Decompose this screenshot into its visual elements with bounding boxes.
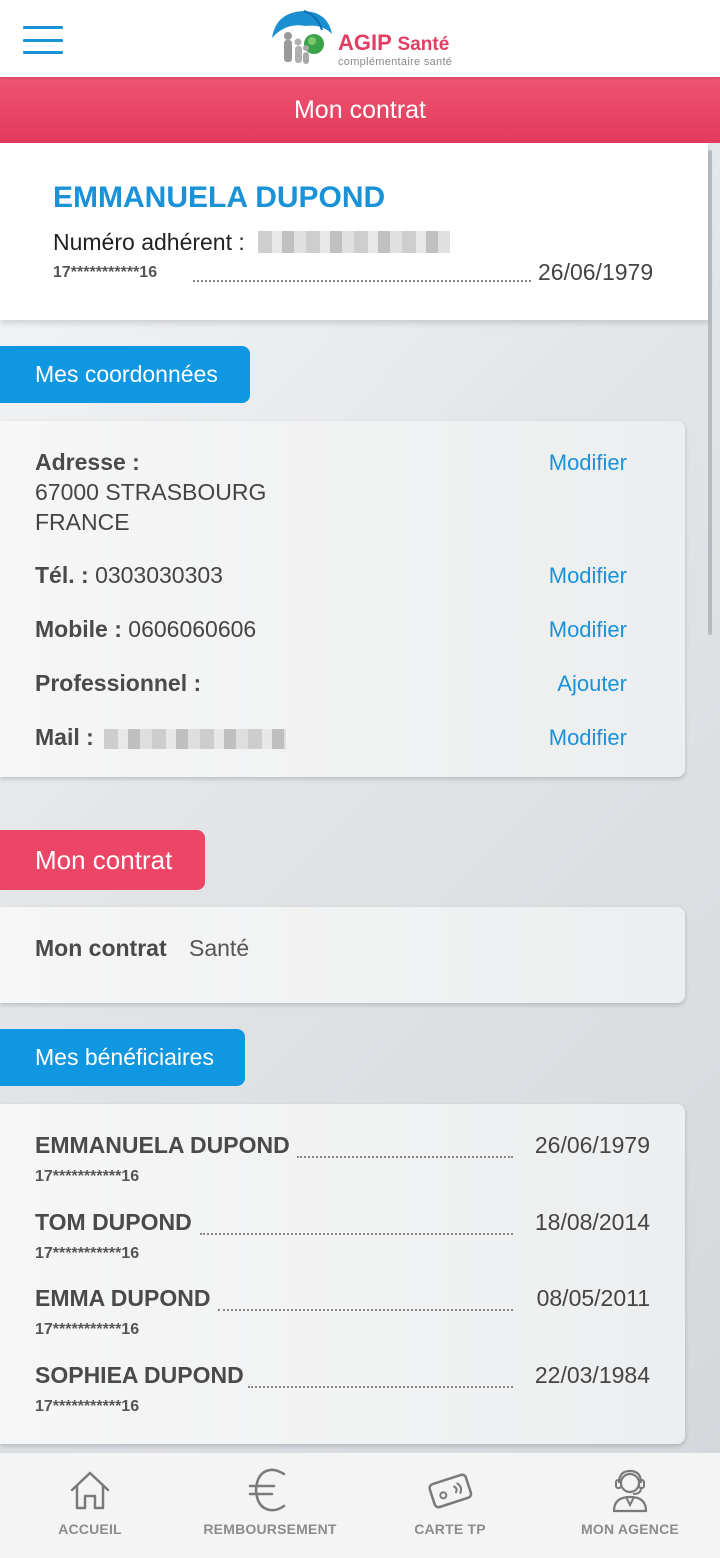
agent-icon	[606, 1465, 654, 1515]
modify-mobile-link[interactable]: Modifier	[549, 617, 627, 643]
beneficiary-date: 26/06/1979	[534, 1132, 650, 1158]
card-icon	[426, 1465, 474, 1515]
phone-label: Tél. :	[35, 562, 89, 588]
nav-item-remboursement[interactable]: REMBOURSEMENT	[180, 1453, 360, 1558]
professional-row: Professionnel :	[35, 670, 201, 697]
menu-icon[interactable]	[23, 26, 63, 54]
beneficiary-date: 18/08/2014	[534, 1209, 650, 1235]
logo-name-suffix: Santé	[397, 34, 450, 55]
logo-tagline: complémentaire santé	[338, 56, 453, 68]
agip-sante-logo[interactable]: AGIP Santé complémentaire santé	[266, 8, 466, 70]
coordonnees-card: Adresse : 67000 STRASBOURG FRANCE Modifi…	[0, 421, 685, 777]
address-label: Adresse :	[35, 449, 140, 475]
dotted-leader	[297, 1156, 513, 1158]
nav-item-mon-agence[interactable]: MON AGENCE	[540, 1453, 720, 1558]
beneficiary-ssn: 17***********16	[35, 1168, 140, 1185]
contrat-card: Mon contrat Santé	[0, 907, 685, 1003]
logo-umbrella-icon	[272, 10, 332, 64]
beneficiary-name: SOPHIEA DUPOND	[35, 1362, 244, 1388]
nav-label-mon-agence: MON AGENCE	[581, 1521, 679, 1537]
address-row: Adresse :	[35, 449, 140, 476]
page-title: Mon contrat	[0, 77, 720, 143]
scrollbar[interactable]	[708, 150, 712, 635]
modify-mail-link[interactable]: Modifier	[549, 725, 627, 751]
profile-name: EMMANUELA DUPOND	[53, 181, 386, 214]
beneficiary-item: TOM DUPOND 18/08/2014 17***********16	[35, 1209, 650, 1279]
beneficiary-item: EMMA DUPOND 08/05/2011 17***********16	[35, 1285, 650, 1355]
bottom-navigation: ACCUEIL REMBOURSEMENT CARTE TP MON AGENC…	[0, 1452, 720, 1558]
add-professional-link[interactable]: Ajouter	[557, 671, 627, 697]
mobile-label: Mobile :	[35, 616, 122, 642]
beneficiary-date: 22/03/1984	[534, 1362, 650, 1388]
mobile-row: Mobile : 0606060606	[35, 616, 256, 643]
dotted-leader	[248, 1386, 513, 1388]
beneficiary-name: EMMA DUPOND	[35, 1285, 211, 1311]
contrat-label: Mon contrat	[35, 935, 167, 961]
nav-item-carte-tp[interactable]: CARTE TP	[360, 1453, 540, 1558]
beneficiary-date: 08/05/2011	[536, 1285, 650, 1311]
nav-label-remboursement: REMBOURSEMENT	[203, 1521, 337, 1537]
section-tab-contrat: Mon contrat	[0, 830, 205, 890]
euro-icon	[246, 1465, 294, 1515]
adherent-number-label: Numéro adhérent :	[53, 229, 245, 255]
nav-label-accueil: ACCUEIL	[58, 1521, 122, 1537]
phone-value: 0303030303	[95, 562, 223, 588]
mail-row: Mail :	[35, 724, 287, 751]
dotted-leader	[193, 280, 531, 282]
logo-name: AGIP	[338, 30, 392, 55]
beneficiary-ssn: 17***********16	[35, 1321, 140, 1338]
profile-ssn: 17***********16	[53, 264, 158, 281]
beneficiary-item: SOPHIEA DUPOND 22/03/1984 17***********1…	[35, 1362, 650, 1432]
profile-birthdate: 26/06/1979	[538, 259, 654, 285]
address-line-2: FRANCE	[35, 509, 130, 535]
adherent-number-redacted	[258, 231, 450, 253]
mobile-value: 0606060606	[128, 616, 257, 642]
dotted-leader	[200, 1233, 513, 1235]
beneficiaires-card: EMMANUELA DUPOND 26/06/1979 17**********…	[0, 1104, 685, 1444]
dotted-leader	[218, 1309, 513, 1311]
nav-label-carte-tp: CARTE TP	[414, 1521, 486, 1537]
beneficiary-name: TOM DUPOND	[35, 1209, 192, 1235]
mail-value-redacted	[104, 728, 287, 749]
modify-address-link[interactable]: Modifier	[549, 450, 627, 476]
section-tab-beneficiaires: Mes bénéficiaires	[0, 1029, 245, 1086]
beneficiary-ssn: 17***********16	[35, 1398, 140, 1415]
top-app-bar: AGIP Santé complémentaire santé	[0, 0, 720, 77]
address-line-1: 67000 STRASBOURG	[35, 479, 267, 505]
nav-item-accueil[interactable]: ACCUEIL	[0, 1453, 180, 1558]
modify-phone-link[interactable]: Modifier	[549, 563, 627, 589]
beneficiary-ssn: 17***********16	[35, 1245, 140, 1262]
phone-row: Tél. : 0303030303	[35, 562, 223, 589]
contrat-value: Santé	[189, 935, 250, 961]
professional-label: Professionnel :	[35, 670, 202, 696]
home-icon	[66, 1465, 114, 1515]
beneficiary-name: EMMANUELA DUPOND	[35, 1132, 290, 1158]
beneficiary-item: EMMANUELA DUPOND 26/06/1979 17**********…	[35, 1132, 650, 1202]
section-tab-coordonnees: Mes coordonnées	[0, 346, 250, 403]
profile-card: EMMANUELA DUPOND Numéro adhérent : 17***…	[0, 143, 708, 320]
mail-label: Mail :	[35, 724, 94, 750]
